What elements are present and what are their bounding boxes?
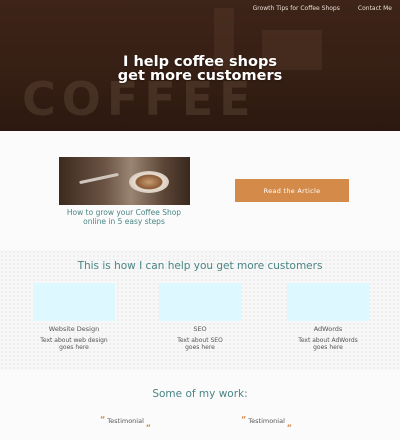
- service-card-adwords: AdWords Text about AdWords goes here: [287, 283, 369, 351]
- service-card-seo: SEO Text about SEO goes here: [159, 283, 241, 351]
- close-quote-icon: „: [286, 419, 293, 428]
- read-article-button[interactable]: Read the Article: [235, 179, 349, 202]
- testimonial-text: Testimonial: [248, 417, 285, 425]
- service-description-line2: goes here: [185, 344, 215, 351]
- services-heading: This is how I can help you get more cust…: [77, 260, 323, 272]
- service-title: AdWords: [313, 325, 343, 333]
- work-heading: Some of my work:: [152, 388, 248, 400]
- service-description-line1: Text about AdWords: [298, 337, 358, 344]
- service-image-placeholder: [159, 283, 241, 321]
- services-section: This is how I can help you get more cust…: [0, 250, 400, 370]
- spoon-graphic: [79, 172, 119, 185]
- article-caption[interactable]: How to grow your Coffee Shop online in 5…: [40, 208, 208, 226]
- service-description-line2: goes here: [313, 344, 343, 351]
- article-caption-line1: How to grow your Coffee Shop: [66, 208, 182, 217]
- service-description: Text about SEO goes here: [159, 337, 241, 351]
- hero-headline-line2: get more customers: [117, 68, 283, 84]
- hero-headline: I help coffee shops get more customers: [0, 55, 400, 84]
- article-image[interactable]: [59, 157, 190, 205]
- service-title: SEO: [193, 325, 207, 333]
- testimonial: “ Testimonial „: [241, 416, 292, 428]
- service-image-placeholder: [33, 283, 115, 321]
- service-description-line2: goes here: [59, 344, 89, 351]
- service-description: Text about web design goes here: [33, 337, 115, 351]
- service-description: Text about AdWords goes here: [287, 337, 369, 351]
- service-description-line1: Text about web design: [40, 337, 108, 344]
- service-image-placeholder: [287, 283, 369, 321]
- coffee-cup-graphic: [129, 171, 169, 193]
- testimonial: “ Testimonial „: [100, 416, 151, 428]
- testimonial-text: Testimonial: [107, 417, 144, 425]
- article-caption-line2: online in 5 easy steps: [83, 217, 165, 226]
- service-card-website-design: Website Design Text about web design goe…: [33, 283, 115, 351]
- open-quote-icon: “: [100, 415, 106, 424]
- close-quote-icon: „: [145, 419, 152, 428]
- nav-link-growth-tips[interactable]: Growth Tips for Coffee Shops: [253, 5, 340, 12]
- hero-section: COFFEE Growth Tips for Coffee Shops Cont…: [0, 0, 400, 131]
- nav-link-contact[interactable]: Contact Me: [358, 5, 392, 12]
- open-quote-icon: “: [241, 415, 247, 424]
- top-nav: Growth Tips for Coffee Shops Contact Me: [253, 5, 392, 12]
- service-title: Website Design: [48, 325, 100, 333]
- service-description-line1: Text about SEO: [177, 337, 223, 344]
